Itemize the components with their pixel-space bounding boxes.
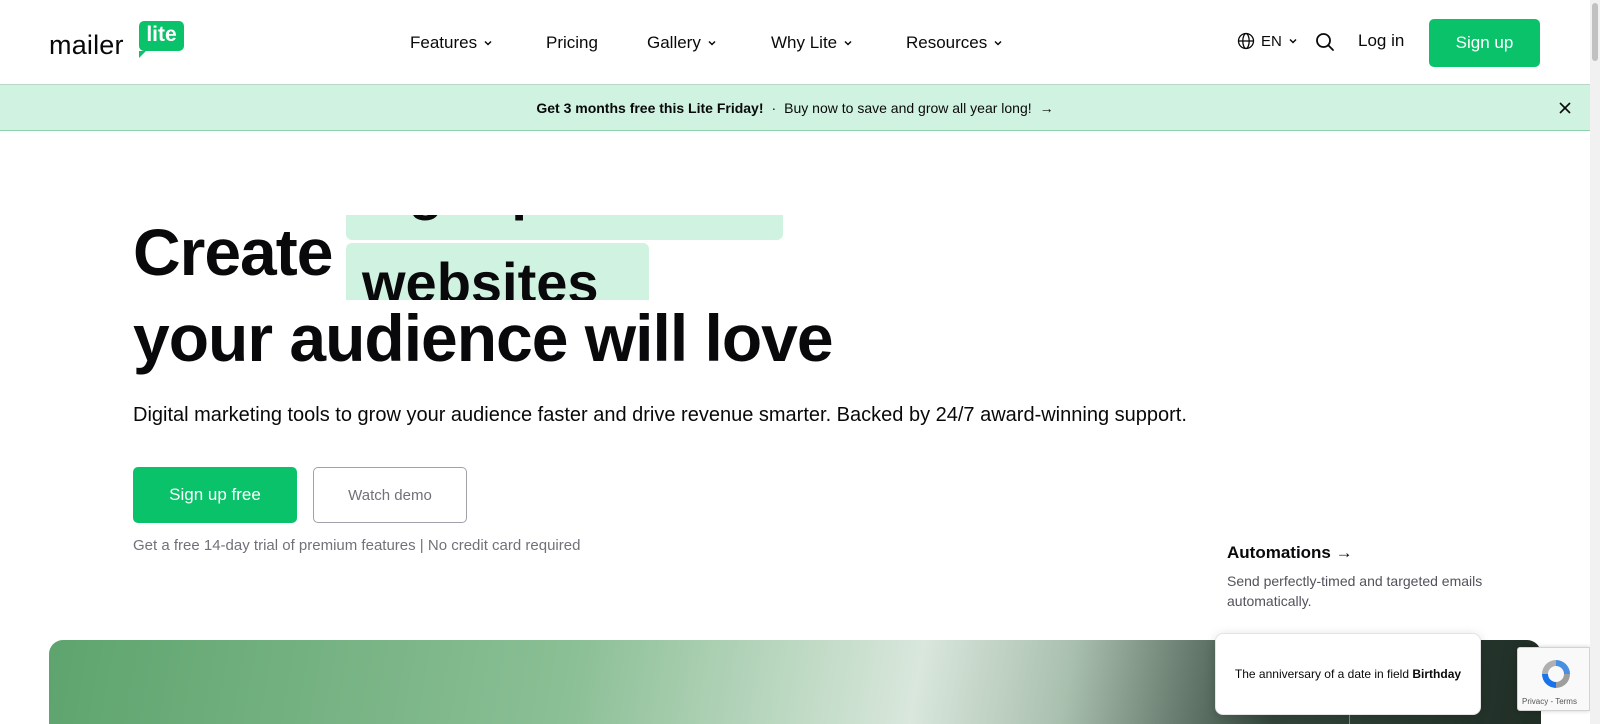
hero-rotating-words: signup forms websites <box>346 215 786 300</box>
feature-description: Send perfectly-timed and targeted emails… <box>1227 573 1483 609</box>
signup-free-button[interactable]: Sign up free <box>133 467 297 523</box>
mailerlite-logo[interactable]: mailer lite <box>49 20 184 60</box>
promo-bold-text: Get 3 months free this Lite Friday! <box>536 99 764 116</box>
rotating-word-previous: signup forms <box>346 215 783 240</box>
search-icon[interactable] <box>1315 32 1335 52</box>
automation-trigger-card: The anniversary of a date in field Birth… <box>1215 633 1481 715</box>
nav-resources-label: Resources <box>906 33 988 52</box>
feature-automations-link[interactable]: Automations → <box>1227 543 1353 563</box>
recaptcha-links[interactable]: Privacy - Terms <box>1522 697 1577 706</box>
site-header: mailer lite Features Pricing Gallery Why… <box>0 0 1590 85</box>
close-icon[interactable] <box>1557 100 1573 116</box>
hero-subtitle: Digital marketing tools to grow your aud… <box>133 404 1187 426</box>
chevron-down-icon <box>844 40 852 46</box>
nav-why-lite-label: Why Lite <box>771 33 838 52</box>
nav-features[interactable]: Features <box>410 30 493 56</box>
chevron-down-icon <box>1289 38 1297 44</box>
nav-why-lite[interactable]: Why Lite <box>771 30 853 56</box>
rotating-word-current: websites <box>346 243 649 300</box>
watch-demo-button[interactable]: Watch demo <box>313 467 467 523</box>
logo-badge: lite <box>139 21 184 58</box>
nav-pricing[interactable]: Pricing <box>546 30 598 56</box>
promo-separator: · <box>771 99 777 116</box>
trigger-card-field: Birthday <box>1412 666 1462 681</box>
promo-text: Buy now to save and grow all year long! <box>784 99 1032 116</box>
scrollbar-thumb[interactable] <box>1592 3 1598 61</box>
language-selector[interactable]: EN <box>1237 32 1298 50</box>
chevron-down-icon <box>994 40 1002 46</box>
hero-title-start: Create <box>133 215 333 289</box>
nav-gallery-label: Gallery <box>647 33 701 52</box>
promo-banner[interactable]: Get 3 months free this Lite Friday! · Bu… <box>0 85 1590 131</box>
nav-features-label: Features <box>410 33 478 52</box>
page-scrollbar[interactable] <box>1590 0 1600 724</box>
trial-note: Get a free 14-day trial of premium featu… <box>133 537 581 554</box>
nav-pricing-label: Pricing <box>546 33 598 52</box>
recaptcha-badge[interactable]: Privacy - Terms <box>1517 647 1590 711</box>
trigger-card-text: The anniversary of a date in field <box>1234 666 1410 681</box>
nav-gallery[interactable]: Gallery <box>647 30 717 56</box>
language-label: EN <box>1261 32 1282 50</box>
chevron-down-icon <box>708 40 716 46</box>
hero-title-end: your audience will love <box>133 301 834 375</box>
chevron-down-icon <box>484 40 492 46</box>
recaptcha-icon <box>1542 660 1570 688</box>
login-link[interactable]: Log in <box>1358 31 1404 51</box>
logo-text: mailer <box>49 30 124 60</box>
arrow-right-icon: → <box>1039 99 1054 116</box>
signup-button[interactable]: Sign up <box>1429 19 1540 67</box>
nav-resources[interactable]: Resources <box>906 30 1003 56</box>
globe-icon <box>1237 32 1255 50</box>
